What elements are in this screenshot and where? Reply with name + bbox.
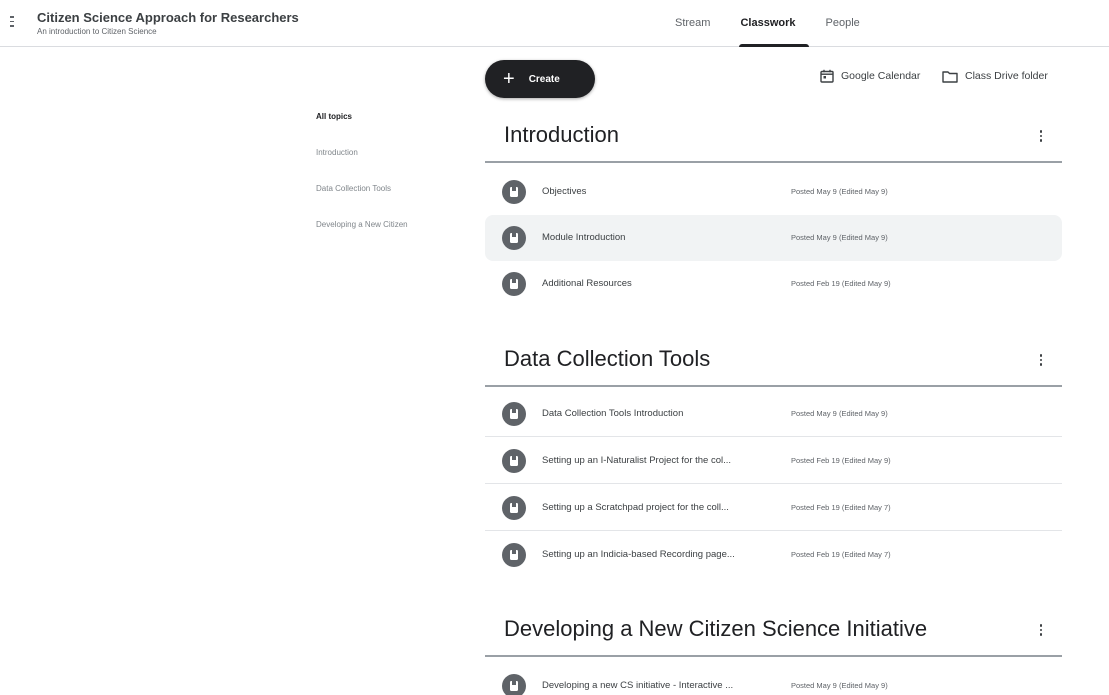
topic-link-introduction[interactable]: Introduction [316, 148, 466, 184]
classwork-item[interactable]: Setting up an I-Naturalist Project for t… [485, 438, 1062, 484]
item-date: Posted Feb 19 (Edited May 9) [791, 279, 891, 288]
classwork-item[interactable]: Developing a new CS initiative - Interac… [485, 663, 1062, 695]
item-title: Module Introduction [542, 232, 626, 243]
item-date: Posted Feb 19 (Edited May 7) [791, 503, 891, 512]
app-header: Citizen Science Approach for Researchers… [0, 0, 1109, 47]
tab-stream[interactable]: Stream [660, 0, 725, 47]
google-calendar-label: Google Calendar [841, 70, 921, 82]
topic-heading: Introduction [504, 122, 619, 147]
item-date: Posted May 9 (Edited May 9) [791, 233, 888, 242]
folder-icon [942, 70, 958, 83]
item-title: Objectives [542, 186, 587, 197]
classwork-item[interactable]: Additional Resources Posted Feb 19 (Edit… [485, 261, 1062, 307]
create-button-label: Create [528, 73, 560, 85]
topic-link-all[interactable]: All topics [316, 112, 466, 148]
material-icon [502, 496, 526, 520]
tab-bar: Stream Classwork People [660, 0, 875, 47]
classwork-item[interactable]: Module Introduction Posted May 9 (Edited… [485, 215, 1062, 261]
material-icon [502, 402, 526, 426]
menu-icon[interactable] [8, 16, 20, 30]
classwork-item[interactable]: Objectives Posted May 9 (Edited May 9) [485, 169, 1062, 215]
create-button[interactable]: + Create [485, 60, 595, 98]
calendar-icon [820, 69, 834, 83]
classwork-item[interactable]: Setting up an Indicia-based Recording pa… [485, 532, 1062, 578]
item-title: Additional Resources [542, 278, 632, 289]
tab-people[interactable]: People [811, 0, 875, 47]
material-icon [502, 180, 526, 204]
item-date: Posted Feb 19 (Edited May 7) [791, 550, 891, 559]
tab-classwork[interactable]: Classwork [725, 0, 810, 47]
material-icon [502, 272, 526, 296]
item-title: Setting up a Scratchpad project for the … [542, 502, 729, 513]
plus-icon: + [503, 68, 515, 90]
material-icon [502, 449, 526, 473]
topic-heading: Data Collection Tools [504, 346, 711, 371]
material-icon [502, 543, 526, 567]
class-drive-folder-link[interactable]: Class Drive folder [942, 67, 1048, 85]
topic-link-developing-initiative[interactable]: Developing a New Citizen [316, 220, 466, 256]
material-icon [502, 674, 526, 695]
topic-link-data-collection-tools[interactable]: Data Collection Tools [316, 184, 466, 220]
item-title: Developing a new CS initiative - Interac… [542, 680, 734, 691]
more-vert-icon[interactable] [1036, 354, 1046, 370]
topic-divider [485, 655, 1062, 657]
classwork-item[interactable]: Data Collection Tools Introduction Poste… [485, 391, 1062, 437]
item-date: Posted Feb 19 (Edited May 9) [791, 456, 891, 465]
class-drive-folder-label: Class Drive folder [965, 70, 1048, 82]
item-title: Data Collection Tools Introduction [542, 408, 684, 419]
google-calendar-link[interactable]: Google Calendar [820, 67, 920, 85]
class-subtitle: An introduction to Citizen Science [37, 27, 157, 36]
more-vert-icon[interactable] [1036, 624, 1046, 640]
topic-divider [485, 161, 1062, 163]
topic-list: All topics Introduction Data Collection … [316, 112, 466, 256]
item-date: Posted May 9 (Edited May 9) [791, 681, 888, 690]
topic-heading: Developing a New Citizen Science Initiat… [504, 616, 928, 641]
more-vert-icon[interactable] [1036, 130, 1046, 146]
classwork-item[interactable]: Setting up a Scratchpad project for the … [485, 485, 1062, 531]
item-date: Posted May 9 (Edited May 9) [791, 409, 888, 418]
material-icon [502, 226, 526, 250]
topic-divider [485, 385, 1062, 387]
item-title: Setting up an I-Naturalist Project for t… [542, 455, 732, 466]
class-title[interactable]: Citizen Science Approach for Researchers [37, 10, 299, 25]
item-date: Posted May 9 (Edited May 9) [791, 187, 888, 196]
item-title: Setting up an Indicia-based Recording pa… [542, 549, 735, 560]
